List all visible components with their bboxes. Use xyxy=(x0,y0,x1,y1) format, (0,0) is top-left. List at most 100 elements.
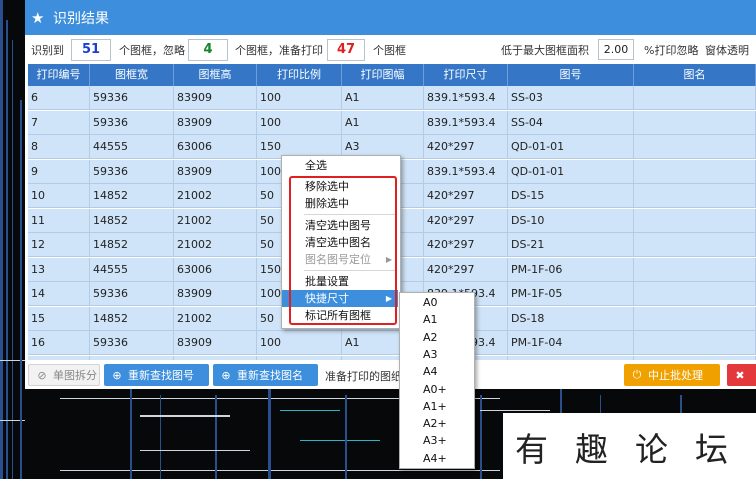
table-cell[interactable]: 59336 xyxy=(90,110,174,134)
table-cell[interactable]: 420*297 xyxy=(424,208,508,232)
refind-number-button[interactable]: ⊕ 重新查找图号 xyxy=(104,364,209,386)
table-cell[interactable] xyxy=(634,159,756,183)
table-cell[interactable]: 14852 xyxy=(90,306,174,330)
no-entry-icon: ⊘ xyxy=(37,368,47,382)
table-cell[interactable] xyxy=(634,306,756,330)
table-cell[interactable]: 63006 xyxy=(174,257,257,281)
table-cell[interactable] xyxy=(634,233,756,256)
split-button[interactable]: ⊘ 单图拆分 xyxy=(28,364,100,386)
table-cell[interactable]: 21002 xyxy=(174,306,257,330)
table-cell[interactable]: 839.1*593.4 xyxy=(424,110,508,134)
title-bar[interactable]: ★ 识别结果 xyxy=(25,0,756,35)
table-cell[interactable]: 8 xyxy=(28,135,90,158)
threshold-input[interactable]: 2.00 xyxy=(598,39,634,60)
table-cell[interactable] xyxy=(634,331,756,354)
table-cell[interactable]: 100 xyxy=(257,86,342,109)
col-header[interactable]: 图名 xyxy=(634,64,756,86)
table-cell[interactable]: 10 xyxy=(28,184,90,207)
table-cell[interactable]: 839.1*593.4 xyxy=(424,86,508,109)
close-button[interactable]: ✖ xyxy=(727,364,756,386)
table-cell[interactable]: 59336 xyxy=(90,331,174,354)
submenu-size-a4[interactable]: A4 xyxy=(400,363,472,380)
table-cell[interactable]: 420*297 xyxy=(424,233,508,256)
table-cell[interactable]: 21002 xyxy=(174,208,257,232)
stop-batch-button[interactable]: ⏻ 中止批处理 xyxy=(624,364,720,386)
table-cell[interactable] xyxy=(634,208,756,232)
table-cell[interactable]: 7 xyxy=(28,110,90,134)
table-cell[interactable]: DS-15 xyxy=(508,184,634,207)
table-row[interactable]: 165933683909100A1839.1*593.4PM-1F-04 xyxy=(28,331,756,355)
table-cell[interactable]: A1 xyxy=(342,86,424,109)
table-cell[interactable]: 13 xyxy=(28,257,90,281)
table-row[interactable]: 6 59336 83909 100 A1 839.1*593.4 SS-03 xyxy=(28,86,756,110)
menu-select-all[interactable]: 全选 xyxy=(282,157,398,174)
table-cell[interactable]: 59336 xyxy=(90,159,174,183)
table-cell[interactable]: 44555 xyxy=(90,257,174,281)
table-cell[interactable]: 14852 xyxy=(90,184,174,207)
table-cell[interactable]: DS-10 xyxy=(508,208,634,232)
table-cell[interactable]: 100 xyxy=(257,110,342,134)
table-cell[interactable]: PM-1F-04 xyxy=(508,331,634,354)
col-header[interactable]: 打印图幅 xyxy=(342,64,424,86)
submenu-size-a0-plus[interactable]: A0+ xyxy=(400,381,472,398)
submenu-size-a2[interactable]: A2 xyxy=(400,329,472,346)
table-cell[interactable]: DS-21 xyxy=(508,233,634,256)
submenu-size-a3-plus[interactable]: A3+ xyxy=(400,432,472,449)
table-cell[interactable]: 9 xyxy=(28,159,90,183)
table-cell[interactable] xyxy=(634,86,756,109)
table-cell[interactable] xyxy=(634,135,756,158)
table-cell[interactable]: 100 xyxy=(257,331,342,354)
table-row[interactable]: 7 59336 83909 100 A1 839.1*593.4 SS-04 xyxy=(28,110,756,135)
table-cell[interactable]: A1 xyxy=(342,110,424,134)
table-cell[interactable] xyxy=(634,257,756,281)
table-cell[interactable]: 420*297 xyxy=(424,184,508,207)
table-cell[interactable]: SS-04 xyxy=(508,110,634,134)
submenu-size-a1[interactable]: A1 xyxy=(400,311,472,328)
submenu-size-a1-plus[interactable]: A1+ xyxy=(400,398,472,415)
col-header[interactable]: 打印编号 xyxy=(28,64,90,86)
submenu-size-a0[interactable]: A0 xyxy=(400,294,472,311)
col-header[interactable]: 打印尺寸 xyxy=(424,64,508,86)
table-cell[interactable]: PM-1F-06 xyxy=(508,257,634,281)
col-header[interactable]: 图框高 xyxy=(174,64,257,86)
table-cell[interactable] xyxy=(634,184,756,207)
table-cell[interactable]: 83909 xyxy=(174,86,257,109)
submenu-size-a4-plus[interactable]: A4+ xyxy=(400,450,472,467)
frames-label: 个图框 xyxy=(373,44,406,57)
submenu-size-a2-plus[interactable]: A2+ xyxy=(400,415,472,432)
submenu-size-a3[interactable]: A3 xyxy=(400,346,472,363)
table-cell[interactable] xyxy=(634,110,756,134)
table-cell[interactable]: 420*297 xyxy=(424,135,508,158)
table-cell[interactable]: PM-1F-05 xyxy=(508,282,634,305)
table-cell[interactable]: 14 xyxy=(28,282,90,305)
table-cell[interactable] xyxy=(634,282,756,305)
refind-name-button[interactable]: ⊕ 重新查找图名 xyxy=(213,364,318,386)
col-header[interactable]: 图号 xyxy=(508,64,634,86)
table-cell[interactable]: QD-01-01 xyxy=(508,159,634,183)
table-cell[interactable]: 6 xyxy=(28,86,90,109)
table-cell[interactable]: 83909 xyxy=(174,159,257,183)
table-cell[interactable]: 15 xyxy=(28,306,90,330)
table-cell[interactable]: 59336 xyxy=(90,282,174,305)
table-cell[interactable]: 63006 xyxy=(174,135,257,158)
table-cell[interactable]: DS-18 xyxy=(508,306,634,330)
table-cell[interactable]: 12 xyxy=(28,233,90,256)
table-cell[interactable]: 21002 xyxy=(174,233,257,256)
table-cell[interactable]: 83909 xyxy=(174,282,257,305)
table-cell[interactable]: 14852 xyxy=(90,233,174,256)
col-header[interactable]: 图框宽 xyxy=(90,64,174,86)
col-header[interactable]: 打印比例 xyxy=(257,64,342,86)
table-cell[interactable]: 16 xyxy=(28,331,90,354)
table-cell[interactable]: 11 xyxy=(28,208,90,232)
transparent-label[interactable]: 窗体透明 xyxy=(705,42,749,58)
table-cell[interactable]: 14852 xyxy=(90,208,174,232)
table-cell[interactable]: 839.1*593.4 xyxy=(424,159,508,183)
table-cell[interactable]: 83909 xyxy=(174,110,257,134)
table-cell[interactable]: 21002 xyxy=(174,184,257,207)
table-cell[interactable]: 83909 xyxy=(174,331,257,354)
table-cell[interactable]: QD-01-01 xyxy=(508,135,634,158)
table-cell[interactable]: 59336 xyxy=(90,86,174,109)
table-cell[interactable]: 44555 xyxy=(90,135,174,158)
table-cell[interactable]: SS-03 xyxy=(508,86,634,109)
table-cell[interactable]: 420*297 xyxy=(424,257,508,281)
